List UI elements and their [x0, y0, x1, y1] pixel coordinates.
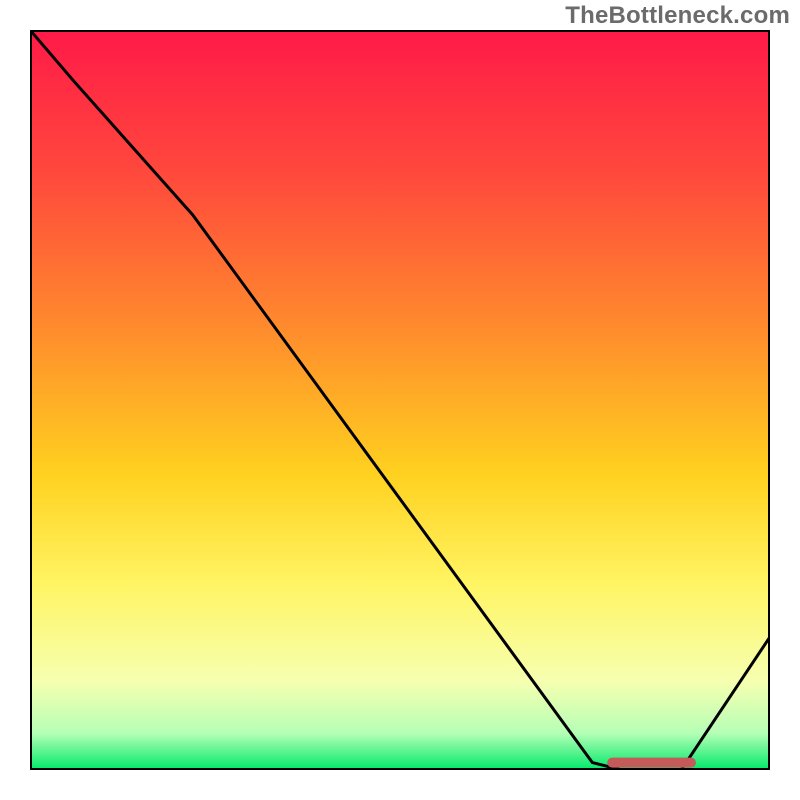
gradient-rect — [30, 30, 770, 770]
highlight-bar — [607, 758, 696, 768]
chart-svg — [30, 30, 770, 770]
chart-container: TheBottleneck.com — [0, 0, 800, 800]
plot-area — [30, 30, 770, 770]
watermark-text: TheBottleneck.com — [565, 2, 790, 30]
